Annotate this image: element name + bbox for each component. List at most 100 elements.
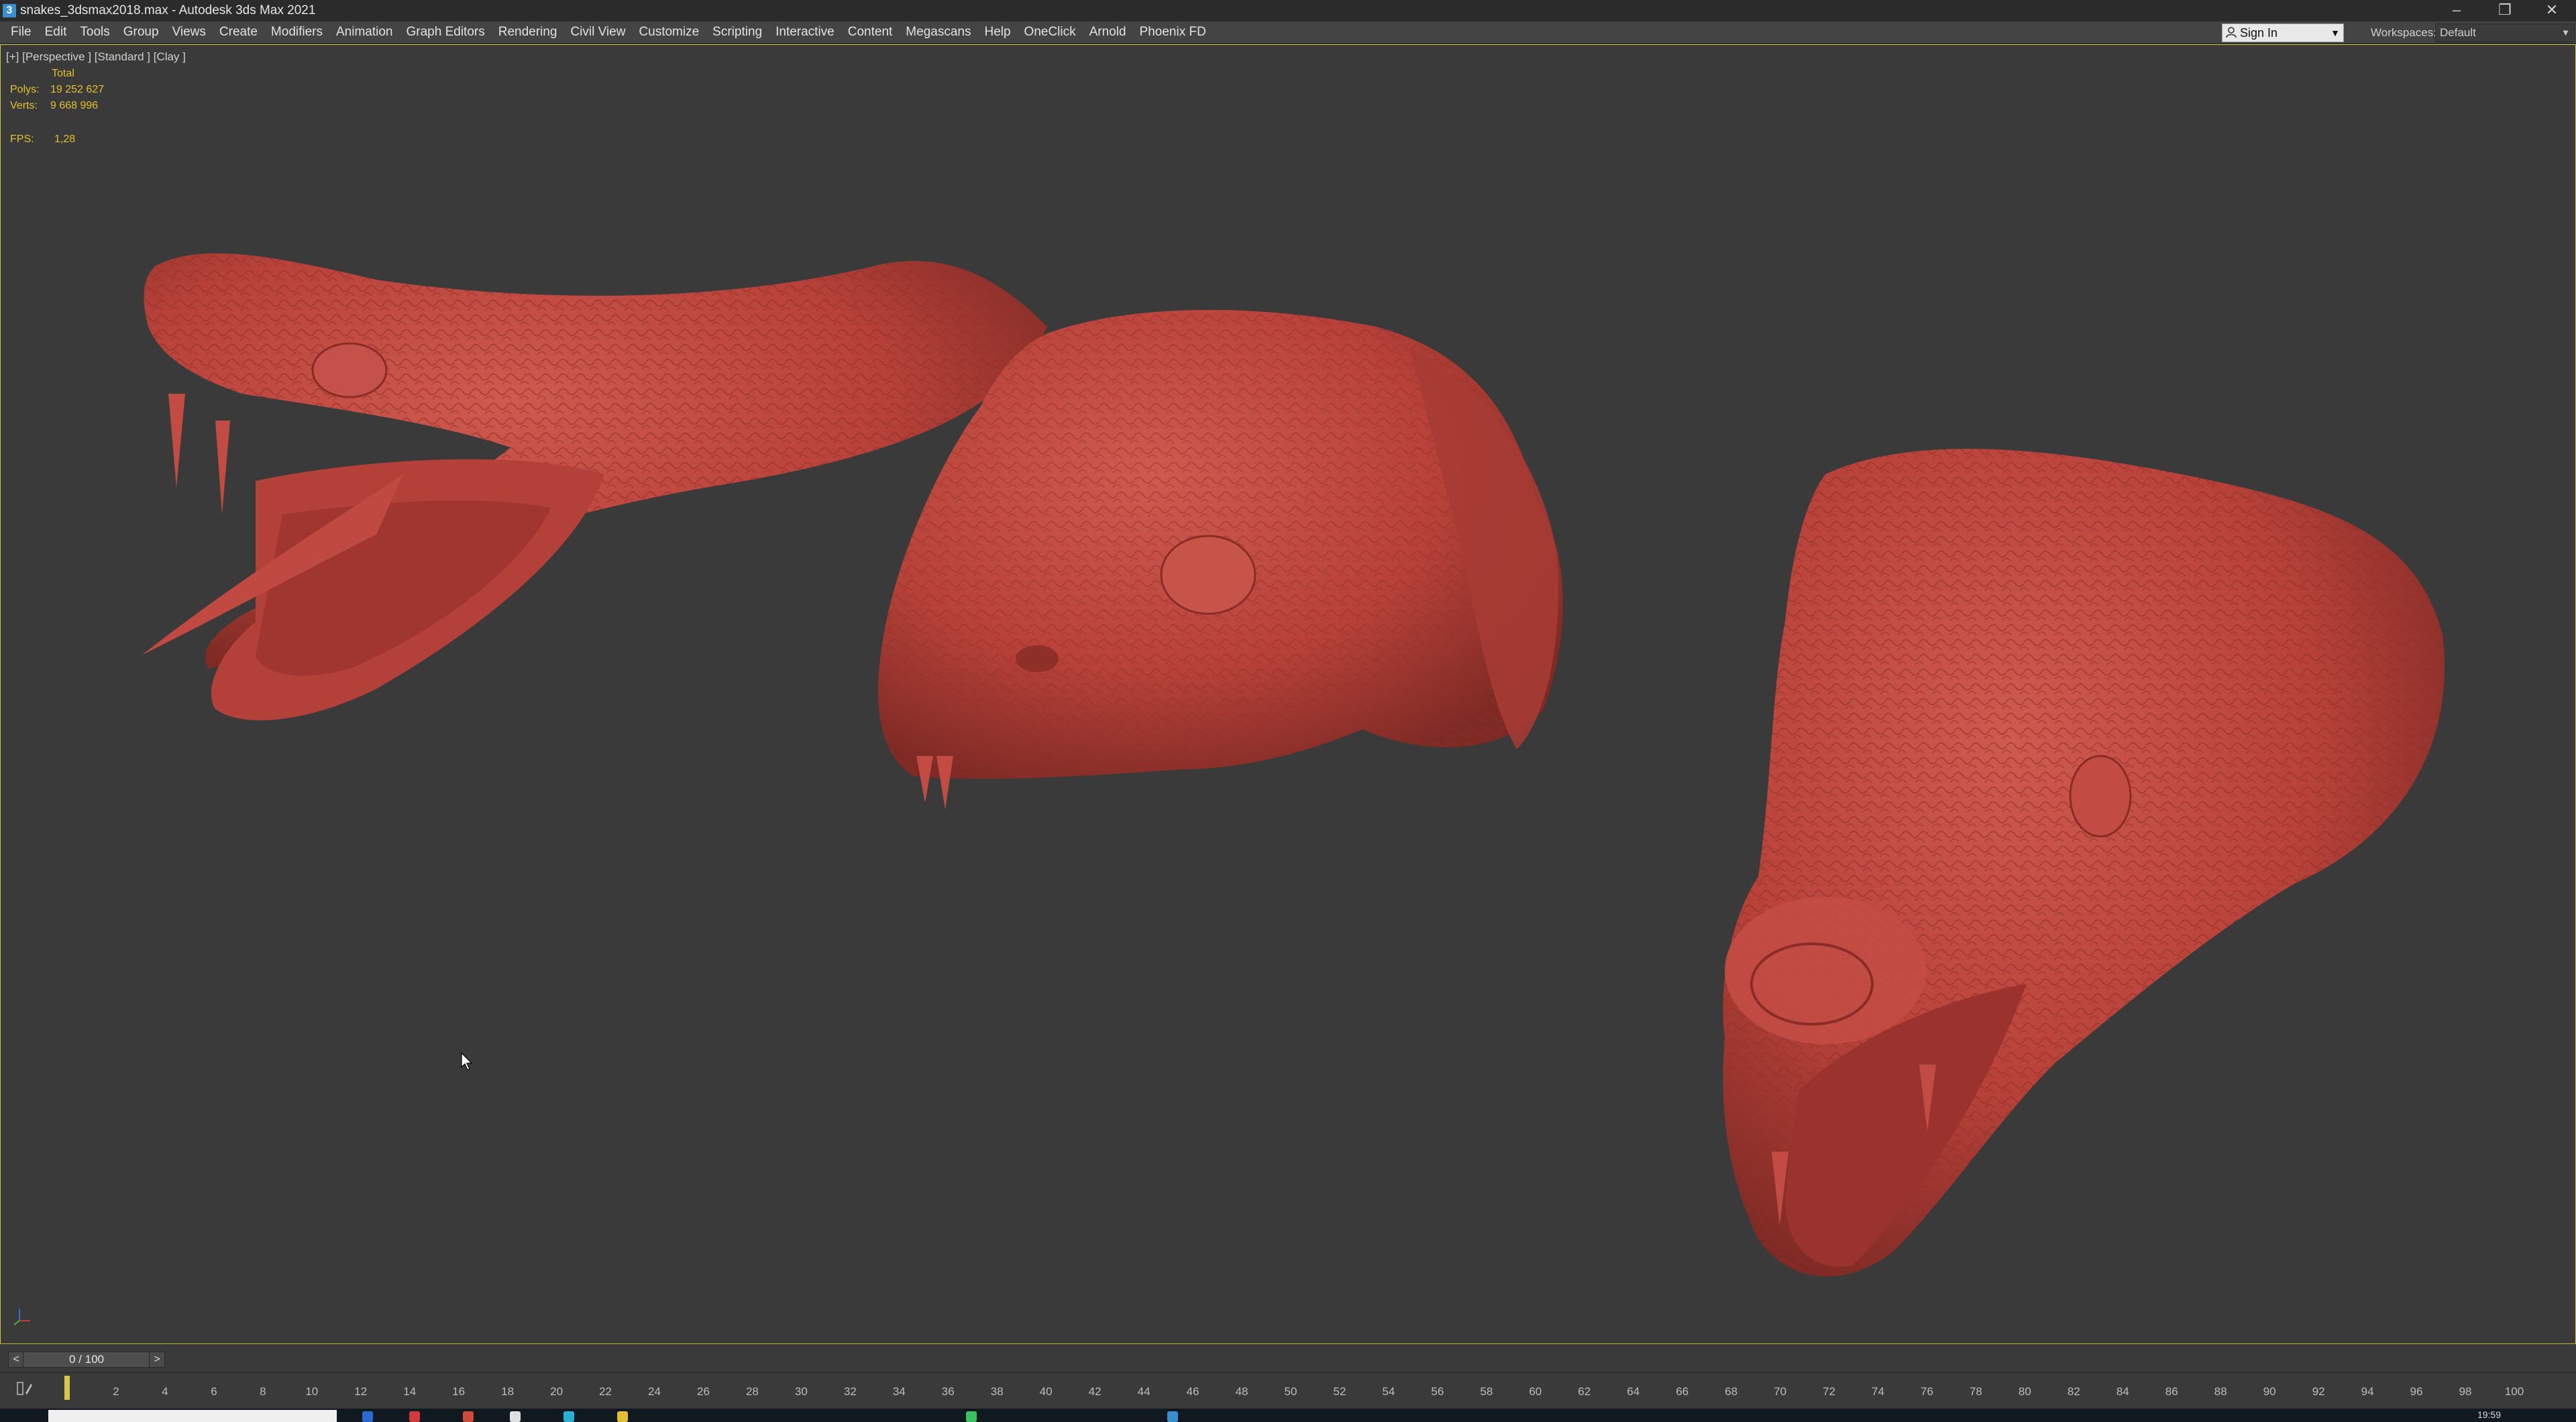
track-bar[interactable]: 2 4 6 8 10 12 14 16 18 20 22 24 26 28 30 32 34 36 38 40 42 44… [0, 1372, 2576, 1409]
previous-frame-button[interactable]: < [8, 1352, 24, 1368]
chevron-down-icon: ▼ [2330, 28, 2340, 38]
timeline-tick-label: 70 [1774, 1385, 1787, 1398]
timeline-tick-label: 90 [2263, 1385, 2276, 1398]
fps-value: 1,28 [54, 133, 76, 145]
timeline-tick-label: 4 [162, 1385, 168, 1398]
timeline-tick-label: 20 [550, 1385, 564, 1398]
taskbar-app-icon[interactable] [510, 1411, 521, 1422]
menu-item-animation[interactable]: Animation [329, 21, 400, 43]
menu-item-customize[interactable]: Customize [632, 21, 706, 43]
timeline-tick-label: 60 [1529, 1385, 1542, 1398]
window-title: snakes_3dsmax2018.max - Autodesk 3ds Max… [20, 3, 316, 17]
timeline-tick-label: 40 [1039, 1385, 1053, 1398]
next-frame-button[interactable]: > [149, 1352, 165, 1368]
workspaces-value: Default [2440, 26, 2476, 39]
mouse-cursor-icon [461, 1052, 473, 1071]
timeline-tick-label: 28 [745, 1385, 759, 1398]
timeline-tick-label: 36 [941, 1385, 955, 1398]
timeline-tick-label: 42 [1088, 1385, 1102, 1398]
menu-item-oneclick[interactable]: OneClick [1018, 21, 1083, 43]
menu-item-views[interactable]: Views [166, 21, 213, 43]
menu-item-interactive[interactable]: Interactive [769, 21, 841, 43]
menu-item-scripting[interactable]: Scripting [706, 21, 769, 43]
title-bar: 3 snakes_3dsmax2018.max - Autodesk 3ds M… [0, 0, 2576, 21]
taskbar-3ds-max-icon[interactable] [1167, 1411, 1178, 1422]
perspective-viewport[interactable]: [+] [Perspective ] [Standard ] [Clay ] T… [0, 44, 2576, 1344]
timeline-tick-label: 82 [2067, 1385, 2080, 1398]
sign-in-label: Sign In [2240, 26, 2278, 40]
timeline-tick-label: 14 [403, 1385, 417, 1398]
timeline-tick-label: 94 [2361, 1385, 2374, 1398]
workspaces-select[interactable]: Default ▼ [2435, 23, 2575, 42]
timeline-tick-label: 58 [1480, 1385, 1493, 1398]
stats-verts-label: Verts: [10, 100, 38, 111]
viewport-label[interactable]: [+] [Perspective ] [Standard ] [Clay ] [6, 50, 186, 64]
menu-item-modifiers[interactable]: Modifiers [264, 21, 329, 43]
main-menu: File Edit Tools Group Views Create Modifiers An… [4, 21, 1213, 43]
axis-gizmo-icon [13, 1309, 30, 1325]
user-icon [2226, 27, 2237, 38]
menu-item-civil-view[interactable]: Civil View [564, 21, 632, 43]
menu-item-file[interactable]: File [4, 21, 38, 43]
menu-item-phoenix-fd[interactable]: Phoenix FD [1133, 21, 1213, 43]
timeline-tick-label: 56 [1431, 1385, 1444, 1398]
timeline-tick-label: 66 [1676, 1385, 1689, 1398]
timeline-tick-label: 46 [1186, 1385, 1199, 1398]
menu-item-create[interactable]: Create [213, 21, 264, 43]
timeline-tick-label: 34 [892, 1385, 906, 1398]
timeline-tick-label: 84 [2116, 1385, 2129, 1398]
menu-item-help[interactable]: Help [977, 21, 1017, 43]
timeline-tick-label: 72 [1823, 1385, 1836, 1398]
taskbar-app-icon[interactable] [409, 1411, 420, 1422]
menu-item-graph-editors[interactable]: Graph Editors [400, 21, 492, 43]
taskbar-app-icon[interactable] [564, 1411, 574, 1422]
menu-item-content[interactable]: Content [841, 21, 900, 43]
menu-item-rendering[interactable]: Rendering [492, 21, 564, 43]
timeline-tick-label: 32 [843, 1385, 857, 1398]
timeline-tick-label: 98 [2459, 1385, 2472, 1398]
stats-polys-label: Polys: [10, 84, 40, 95]
taskbar-search[interactable] [48, 1410, 337, 1422]
menu-item-edit[interactable]: Edit [38, 21, 74, 43]
timeline-tick-label: 50 [1284, 1385, 1297, 1398]
menu-item-arnold[interactable]: Arnold [1083, 21, 1133, 43]
timeline-tick-label: 22 [599, 1385, 612, 1398]
menu-item-group[interactable]: Group [117, 21, 166, 43]
timeline-tick-label: 74 [1872, 1385, 1884, 1398]
timeline-ruler: 2 4 6 8 10 12 14 16 18 20 22 24 26 28 30 32 34 36 38 40 42 44… [0, 1373, 2576, 1409]
snake-model-striking[interactable] [1723, 449, 2445, 1277]
timeline-tick-label: 38 [990, 1385, 1004, 1398]
menu-item-megascans[interactable]: Megascans [899, 21, 977, 43]
close-button[interactable]: ✕ [2528, 0, 2576, 21]
timeline-tick-label: 8 [260, 1385, 266, 1398]
timeline-tick-label: 12 [354, 1385, 368, 1398]
taskbar-app-icon[interactable] [617, 1411, 628, 1422]
stats-verts-value: 9 668 996 [50, 100, 99, 111]
timeline-tick-label: 18 [501, 1385, 515, 1398]
windows-taskbar: 19:59 [0, 1409, 2576, 1422]
time-slider-thumb[interactable]: 0 / 100 [23, 1352, 150, 1368]
timeline-tick-label: 86 [2165, 1385, 2178, 1398]
stats-polys-value: 19 252 627 [50, 84, 105, 95]
taskbar-app-icon[interactable] [966, 1411, 977, 1422]
timeline-tick-label: 80 [2018, 1385, 2031, 1398]
timeline-tick-label: 96 [2410, 1385, 2423, 1398]
minimize-button[interactable]: – [2432, 0, 2481, 21]
timeline-tick-label: 30 [794, 1385, 808, 1398]
playhead[interactable] [64, 1376, 70, 1400]
timeline-tick-label: 92 [2312, 1385, 2325, 1398]
menu-bar: File Edit Tools Group Views Create Modifiers An… [0, 21, 2576, 44]
menu-item-tools[interactable]: Tools [73, 21, 116, 43]
timeline-tick-label: 78 [1969, 1385, 1982, 1398]
timeline-tick-label: 52 [1333, 1385, 1346, 1398]
taskbar-app-icon[interactable] [362, 1411, 373, 1422]
3ds-max-icon: 3 [3, 4, 16, 17]
time-slider[interactable]: < 0 / 100 > [0, 1344, 2576, 1373]
chevron-down-icon: ▼ [2561, 28, 2570, 38]
timeline-tick-label: 100 [2504, 1385, 2524, 1398]
timeline-tick-label: 68 [1725, 1385, 1738, 1398]
taskbar-app-icon[interactable] [463, 1411, 474, 1422]
sign-in-dropdown[interactable]: Sign In ▼ [2222, 23, 2344, 42]
restore-button[interactable]: ❐ [2481, 0, 2529, 21]
timeline-tick-label: 26 [697, 1385, 710, 1398]
